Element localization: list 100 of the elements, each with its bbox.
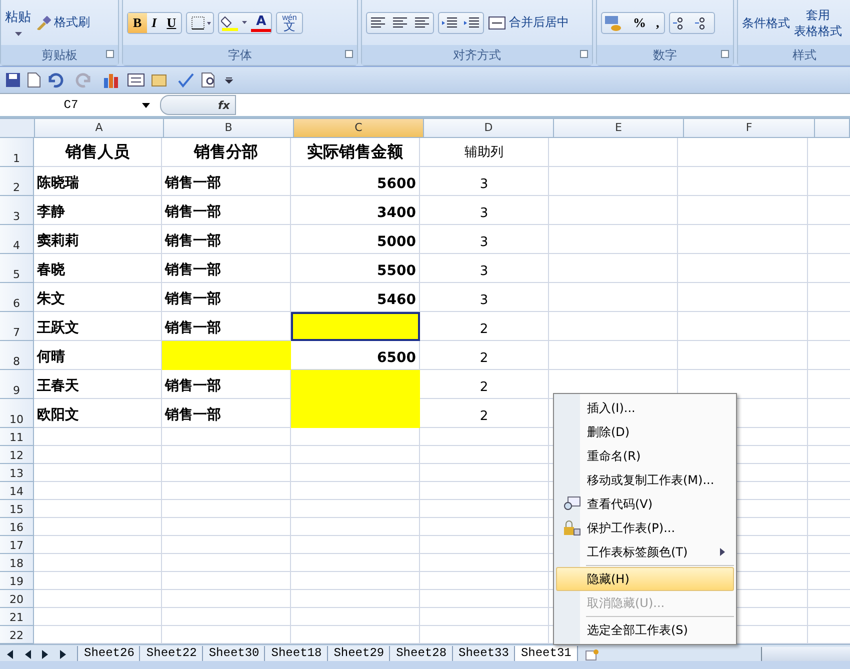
table-cell-text: 3	[478, 176, 490, 194]
row-header[interactable]: 7	[0, 312, 34, 341]
dialog-launcher-icon[interactable]	[721, 50, 729, 58]
menu-item[interactable]: 选定全部工作表(S)	[556, 618, 734, 642]
sheet-tab[interactable]: Sheet31	[514, 646, 578, 662]
column-header[interactable]: C	[294, 119, 424, 138]
row-header[interactable]: 11	[0, 428, 34, 446]
magnifier-icon	[563, 496, 581, 512]
row-header[interactable]: 8	[0, 341, 34, 370]
percent-button[interactable]: %	[628, 12, 651, 32]
horizontal-scrollbar[interactable]	[761, 647, 850, 662]
menu-item[interactable]: 查看代码(V)	[556, 492, 734, 516]
menu-item[interactable]: 删除(D)	[556, 420, 734, 444]
sheet-tab[interactable]: Sheet28	[389, 646, 454, 662]
dropdown-arrow-icon[interactable]	[14, 32, 22, 36]
indent-icon[interactable]	[441, 16, 459, 30]
indent-icon[interactable]	[463, 16, 481, 30]
column-header[interactable]: A	[35, 119, 164, 138]
table-cell-text: 销售一部	[164, 202, 222, 222]
row-header[interactable]: 12	[0, 446, 34, 464]
menu-item[interactable]: 工作表标签颜色(T)	[556, 540, 734, 564]
font-style-button[interactable]: U	[162, 12, 182, 32]
group-label: 字体	[228, 46, 252, 64]
merge-cells-icon	[488, 16, 506, 30]
conditional-format-button[interactable]: 条件格式	[742, 14, 790, 30]
group-label: 样式	[792, 46, 816, 64]
row-header[interactable]: 1	[0, 138, 34, 167]
row-header[interactable]: 14	[0, 482, 34, 500]
column-header[interactable]: E	[554, 119, 684, 138]
row-header[interactable]: 9	[0, 370, 34, 399]
row-header[interactable]: 19	[0, 572, 34, 590]
row-header[interactable]: 13	[0, 464, 34, 482]
dialog-launcher-icon[interactable]	[345, 50, 353, 58]
table-cell-text: 2	[478, 408, 490, 426]
form-icon[interactable]	[127, 72, 145, 88]
row-header[interactable]: 21	[0, 608, 34, 626]
save-icon[interactable]	[5, 72, 21, 88]
align-icon[interactable]	[413, 16, 431, 30]
spelling-icon[interactable]	[177, 72, 195, 88]
column-header[interactable]: D	[424, 119, 554, 138]
table-cell-text: 销售人员	[64, 140, 130, 162]
fx-icon[interactable]: fx	[217, 99, 231, 111]
menu-item[interactable]: 移动或复制工作表(M)...	[556, 468, 734, 492]
menu-item[interactable]: 保护工作表(P)...	[556, 516, 734, 540]
table-cell-text: 3	[478, 234, 490, 252]
row-header[interactable]: 2	[0, 167, 34, 196]
table-cell-text: 窦莉莉	[36, 232, 80, 251]
sheet-tab[interactable]: Sheet18	[264, 646, 329, 662]
table-cell-text: 5600	[376, 175, 417, 194]
row-header[interactable]: 4	[0, 225, 34, 254]
table-cell-text: 销售一部	[164, 406, 222, 425]
align-icon[interactable]	[391, 16, 409, 30]
menu-item[interactable]: 插入(I)...	[556, 396, 734, 420]
column-header[interactable]: B	[164, 119, 294, 138]
sheet-tab[interactable]: Sheet26	[77, 646, 142, 662]
name-box[interactable]: C7	[0, 98, 156, 112]
table-cell-text: 李静	[36, 203, 66, 222]
sheet-tab[interactable]: Sheet22	[139, 646, 204, 662]
table-cell-text: 6500	[376, 349, 417, 368]
row-header[interactable]: 22	[0, 626, 34, 644]
fill-color-icon[interactable]	[221, 14, 250, 32]
group-label: 数字	[653, 46, 677, 64]
format-as-table-button[interactable]: 套用 表格格式	[794, 6, 842, 38]
dialog-launcher-icon[interactable]	[106, 50, 114, 58]
table-cell-text: 春晓	[36, 261, 66, 280]
table-cell-text: 5460	[376, 291, 417, 310]
table-cell-text: 3	[478, 263, 490, 281]
row-header[interactable]: 10	[0, 399, 34, 428]
table-cell-text: 销售分部	[192, 140, 259, 162]
row-header[interactable]: 20	[0, 590, 34, 608]
row-header[interactable]: 15	[0, 500, 34, 518]
table-cell-text: 5500	[376, 262, 417, 281]
row-header[interactable]: 18	[0, 554, 34, 572]
format-painter-button[interactable]: 格式刷	[35, 14, 90, 31]
customize-icon[interactable]	[225, 76, 233, 84]
row-header[interactable]: 5	[0, 254, 34, 283]
menu-item[interactable]: 隐藏(H)	[556, 567, 734, 591]
row-header[interactable]: 17	[0, 536, 34, 554]
font-style-button[interactable]: I	[146, 12, 162, 32]
chart-icon[interactable]	[103, 72, 121, 88]
table-cell-text: 王春天	[36, 377, 80, 396]
row-header[interactable]: 16	[0, 518, 34, 536]
font-style-button[interactable]: B	[128, 12, 147, 32]
align-icon[interactable]	[369, 16, 387, 30]
phonetic-guide-button[interactable]: wén 文	[277, 12, 302, 32]
dialog-launcher-icon[interactable]	[580, 50, 588, 58]
row-header[interactable]: 6	[0, 283, 34, 312]
insert-sheet-icon[interactable]	[584, 649, 600, 661]
paste-button[interactable]: 粘贴	[5, 10, 31, 26]
submenu-arrow-icon	[720, 548, 725, 556]
new-document-icon[interactable]	[27, 72, 41, 88]
comma-button[interactable]: ,	[651, 12, 664, 32]
row-header[interactable]: 3	[0, 196, 34, 225]
lock-icon	[563, 520, 581, 536]
table-cell-text: 销售一部	[164, 318, 222, 338]
borders-icon[interactable]	[189, 14, 212, 30]
sheet-tab[interactable]: Sheet33	[452, 646, 516, 662]
merge-center-button[interactable]: 合并后居中	[488, 14, 569, 31]
menu-item[interactable]: 重命名(R)	[556, 444, 734, 468]
column-header[interactable]: F	[684, 119, 815, 138]
